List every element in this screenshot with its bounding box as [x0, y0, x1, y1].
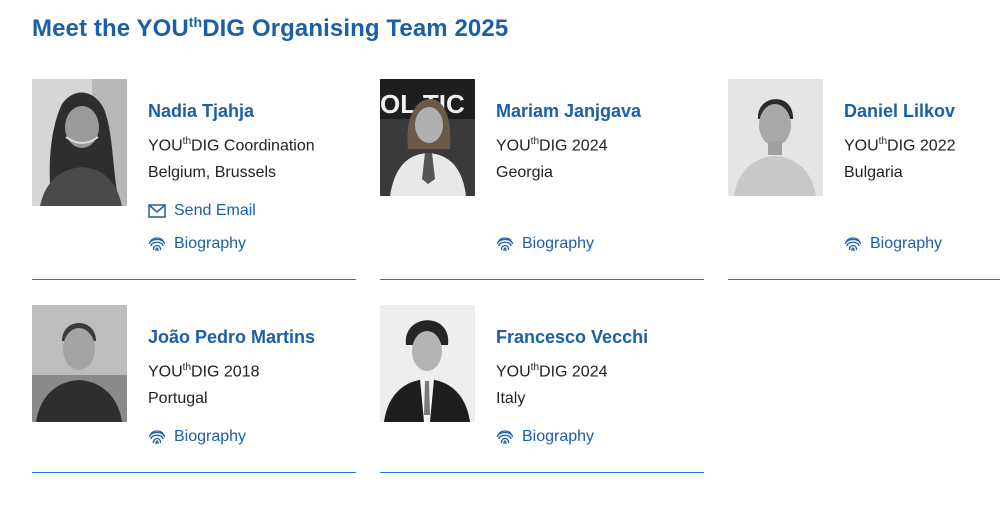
member-role: YOUthDIG 2024	[496, 362, 608, 381]
fingerprint-icon	[148, 430, 166, 445]
member-location: Georgia	[496, 164, 553, 181]
biography-label: Biography	[522, 428, 595, 445]
role-superscript: th	[878, 136, 888, 147]
biography-label: Biography	[174, 235, 247, 252]
member-card-nadia: Nadia Tjahja YOUthDIG Coordination Belgi…	[32, 79, 356, 280]
member-location: Bulgaria	[844, 164, 903, 181]
member-photo	[32, 79, 127, 206]
member-photo	[728, 79, 823, 196]
envelope-icon	[148, 204, 166, 218]
role-text: YOU	[844, 137, 879, 155]
fingerprint-icon	[496, 430, 514, 445]
member-card-joao: João Pedro Martins YOUthDIG 2018 Portuga…	[32, 305, 356, 473]
role-text-end: DIG 2018	[191, 363, 260, 381]
biography-link[interactable]: Biography	[496, 428, 594, 446]
member-role: YOUthDIG Coordination	[148, 136, 315, 155]
biography-link[interactable]: Biography	[148, 428, 246, 446]
biography-label: Biography	[522, 235, 595, 252]
member-name: Daniel Lilkov	[844, 101, 956, 121]
member-location: Italy	[496, 390, 526, 407]
member-role: YOUthDIG 2022	[844, 136, 956, 155]
role-text-end: DIG Coordination	[191, 137, 315, 155]
title-superscript: th	[188, 14, 203, 30]
role-superscript: th	[530, 362, 540, 373]
send-email-label: Send Email	[174, 202, 256, 219]
member-name: João Pedro Martins	[148, 327, 316, 347]
send-email-link[interactable]: Send Email	[148, 202, 256, 220]
fingerprint-icon	[844, 237, 862, 252]
role-text: YOU	[496, 137, 531, 155]
member-name: Mariam Janjgava	[496, 101, 642, 121]
member-role: YOUthDIG 2024	[496, 136, 608, 155]
member-name: Nadia Tjahja	[148, 101, 255, 121]
biography-label: Biography	[870, 235, 943, 252]
biography-label: Biography	[174, 428, 247, 445]
biography-link[interactable]: Biography	[148, 235, 246, 253]
biography-link[interactable]: Biography	[844, 235, 942, 253]
member-photo	[380, 305, 475, 422]
biography-link[interactable]: Biography	[496, 235, 594, 253]
member-photo: OL TIC	[380, 79, 475, 196]
member-name: Francesco Vecchi	[496, 327, 649, 347]
role-superscript: th	[182, 362, 192, 373]
title-text-end: DIG Organising Team 2025	[202, 15, 509, 42]
member-card-francesco: Francesco Vecchi YOUthDIG 2024 Italy Bio…	[380, 305, 704, 473]
role-superscript: th	[530, 136, 540, 147]
member-card-mariam: OL TIC Mariam Janjgava YOUthDIG 2024 Geo…	[380, 79, 704, 280]
role-text: YOU	[148, 137, 183, 155]
member-location: Belgium, Brussels	[148, 164, 277, 181]
role-text-end: DIG 2024	[539, 137, 608, 155]
title-text: Meet the YOU	[32, 15, 189, 42]
page-title: Meet the YOUthDIG Organising Team 2025	[32, 14, 508, 43]
member-card-daniel: Daniel Lilkov YOUthDIG 2022 Bulgaria Bio…	[728, 79, 1000, 280]
role-text-end: DIG 2022	[887, 137, 956, 155]
member-role: YOUthDIG 2018	[148, 362, 260, 381]
role-text: YOU	[148, 363, 183, 381]
role-superscript: th	[182, 136, 192, 147]
role-text-end: DIG 2024	[539, 363, 608, 381]
member-photo	[32, 305, 127, 422]
fingerprint-icon	[148, 237, 166, 252]
role-text: YOU	[496, 363, 531, 381]
fingerprint-icon	[496, 237, 514, 252]
member-location: Portugal	[148, 390, 208, 407]
